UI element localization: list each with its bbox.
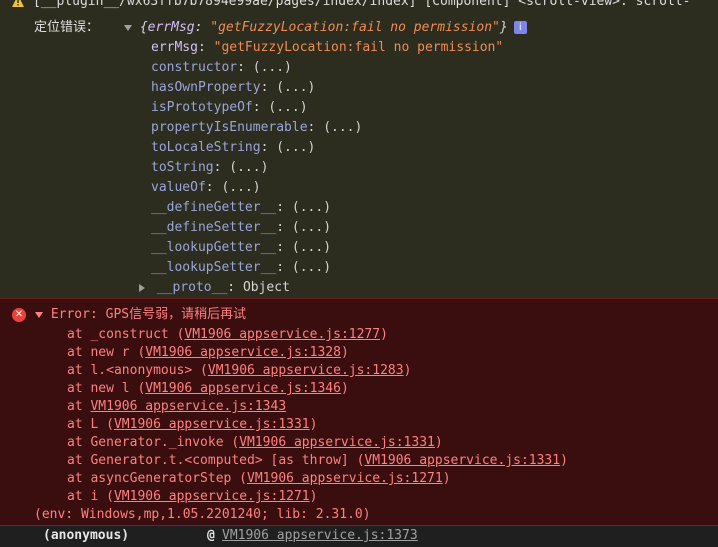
property-row[interactable]: valueOf: (...): [151, 178, 261, 198]
warning-icon: [12, 0, 24, 7]
property-value[interactable]: (...): [253, 60, 292, 75]
property-row[interactable]: __lookupSetter__: (...): [151, 258, 331, 278]
property-value[interactable]: (...): [292, 240, 331, 255]
property-key: __lookupSetter__: [151, 260, 277, 275]
error-header[interactable]: Error: GPS信号弱，请稍后再试: [35, 305, 246, 325]
log-label: 定位错误：: [34, 20, 100, 35]
frame-suffix: ): [434, 435, 443, 450]
frame-suffix: ): [340, 381, 349, 396]
summary-key: errMsg: [147, 20, 195, 35]
env-info: (env: Windows,mp,1.05.2201240; lib: 2.31…: [34, 507, 371, 522]
summary-value: "getFuzzyLocation:fail no permission": [210, 20, 500, 35]
property-row[interactable]: toString: (...): [151, 158, 268, 178]
stack-frame: at asyncGeneratorStep (VM1906 appservice…: [67, 469, 451, 489]
info-icon[interactable]: i: [513, 21, 527, 34]
frame-function: at l.<anonymous> (: [67, 363, 208, 378]
property-row[interactable]: toLocaleString: (...): [151, 138, 315, 158]
frame-suffix: ): [380, 327, 388, 342]
frame-function: at L (: [67, 417, 114, 432]
property-value[interactable]: (...): [276, 80, 315, 95]
frame-source-link[interactable]: VM1906 appservice.js:1343: [90, 399, 286, 414]
property-key: valueOf: [151, 180, 206, 195]
property-key: propertyIsEnumerable: [151, 120, 308, 135]
proto-row[interactable]: __proto__: Object: [139, 278, 290, 298]
frame-source-link[interactable]: VM1906 appservice.js:1277: [184, 327, 380, 342]
log-source-header: [__plugin__/wx63ffb7b7894e99ae/pages/ind…: [33, 0, 691, 9]
property-row[interactable]: __defineGetter__: (...): [151, 198, 331, 218]
frame-suffix: ): [560, 453, 568, 468]
stack-frame: at Generator._invoke (VM1906 appservice.…: [67, 433, 443, 453]
stack-frame: at _construct (VM1906 appservice.js:1277…: [67, 325, 388, 345]
property-key: toLocaleString: [151, 140, 261, 155]
property-key: isPrototypeOf: [151, 100, 253, 115]
property-value[interactable]: (...): [268, 100, 307, 115]
frame-suffix: ): [403, 363, 412, 378]
frame-function: at _construct (: [67, 327, 185, 342]
property-key: hasOwnProperty: [151, 80, 261, 95]
property-row[interactable]: hasOwnProperty: (...): [151, 78, 315, 98]
frame-source-link[interactable]: VM1906 appservice.js:1331: [239, 435, 435, 450]
at-symbol: @: [207, 528, 215, 543]
stack-frame: at i (VM1906 appservice.js:1271): [67, 487, 317, 507]
property-key: toString: [151, 160, 214, 175]
property-value[interactable]: (...): [221, 180, 260, 195]
property-row[interactable]: constructor: (...): [151, 58, 292, 78]
property-value[interactable]: (...): [292, 220, 331, 235]
frame-source-link[interactable]: VM1906 appservice.js:1346: [145, 381, 341, 396]
frame-function: at i (: [67, 489, 114, 504]
frame-suffix: ): [309, 417, 318, 432]
object-log-panel: [__plugin__/wx63ffb7b7894e99ae/pages/ind…: [0, 0, 718, 298]
stack-frame: at L (VM1906 appservice.js:1331): [67, 415, 317, 435]
error-log-panel: ✕ Error: GPS信号弱，请稍后再试 at _construct (VM1…: [0, 298, 718, 547]
property-key: __defineGetter__: [151, 200, 277, 215]
frame-function: at Generator._invoke (: [67, 435, 240, 450]
frame-function: at: [67, 399, 91, 414]
frame-function: at new r (: [67, 345, 146, 360]
property-row[interactable]: __defineSetter__: (...): [151, 218, 331, 238]
object-summary[interactable]: {errMsg: "getFuzzyLocation:fail no permi…: [124, 18, 527, 38]
frame-suffix: ): [309, 489, 318, 504]
source-link[interactable]: VM1906 appservice.js:1373: [222, 526, 418, 546]
function-name: (anonymous): [43, 528, 130, 543]
property-value[interactable]: (...): [292, 260, 331, 275]
frame-source-link[interactable]: VM1906 appservice.js:1283: [208, 363, 404, 378]
frame-source-link[interactable]: VM1906 appservice.js:1271: [247, 471, 443, 486]
property-key: __lookupGetter__: [151, 240, 277, 255]
frame-function: at asyncGeneratorStep (: [67, 471, 248, 486]
frame-function: at Generator.t.<computed> [as throw] (: [67, 453, 365, 468]
error-icon: ✕: [12, 308, 26, 322]
frame-function: at new l (: [67, 381, 146, 396]
property-row[interactable]: __lookupGetter__: (...): [151, 238, 331, 258]
frame-source-link[interactable]: VM1906 appservice.js:1271: [114, 489, 310, 504]
property-value[interactable]: (...): [229, 160, 268, 175]
call-stack-row[interactable]: (anonymous) @ VM1906 appservice.js:1373: [0, 525, 718, 547]
frame-suffix: ): [340, 345, 349, 360]
stack-frame: at VM1906 appservice.js:1343: [67, 397, 286, 417]
stack-frame: at new r (VM1906 appservice.js:1328): [67, 343, 349, 363]
stack-frame: at l.<anonymous> (VM1906 appservice.js:1…: [67, 361, 411, 381]
property-value[interactable]: (...): [276, 140, 315, 155]
property-value[interactable]: (...): [292, 200, 331, 215]
stack-frame: at new l (VM1906 appservice.js:1346): [67, 379, 349, 399]
property-row[interactable]: propertyIsEnumerable: (...): [151, 118, 362, 138]
property-key: __defineSetter__: [151, 220, 277, 235]
frame-source-link[interactable]: VM1906 appservice.js:1331: [114, 417, 310, 432]
property-key: constructor: [151, 60, 238, 75]
stack-frame: at Generator.t.<computed> [as throw] (VM…: [67, 451, 568, 471]
frame-source-link[interactable]: VM1906 appservice.js:1331: [364, 453, 560, 468]
frame-suffix: ): [442, 471, 451, 486]
property-row: errMsg: "getFuzzyLocation:fail no permis…: [151, 40, 504, 55]
property-value[interactable]: (...): [323, 120, 362, 135]
expand-triangle-icon[interactable]: [124, 24, 132, 31]
error-message: Error: GPS信号弱，请稍后再试: [50, 307, 247, 322]
frame-source-link[interactable]: VM1906 appservice.js:1328: [145, 345, 341, 360]
expand-triangle-icon[interactable]: [139, 283, 145, 292]
expand-triangle-icon[interactable]: [35, 311, 43, 318]
property-row[interactable]: isPrototypeOf: (...): [151, 98, 308, 118]
